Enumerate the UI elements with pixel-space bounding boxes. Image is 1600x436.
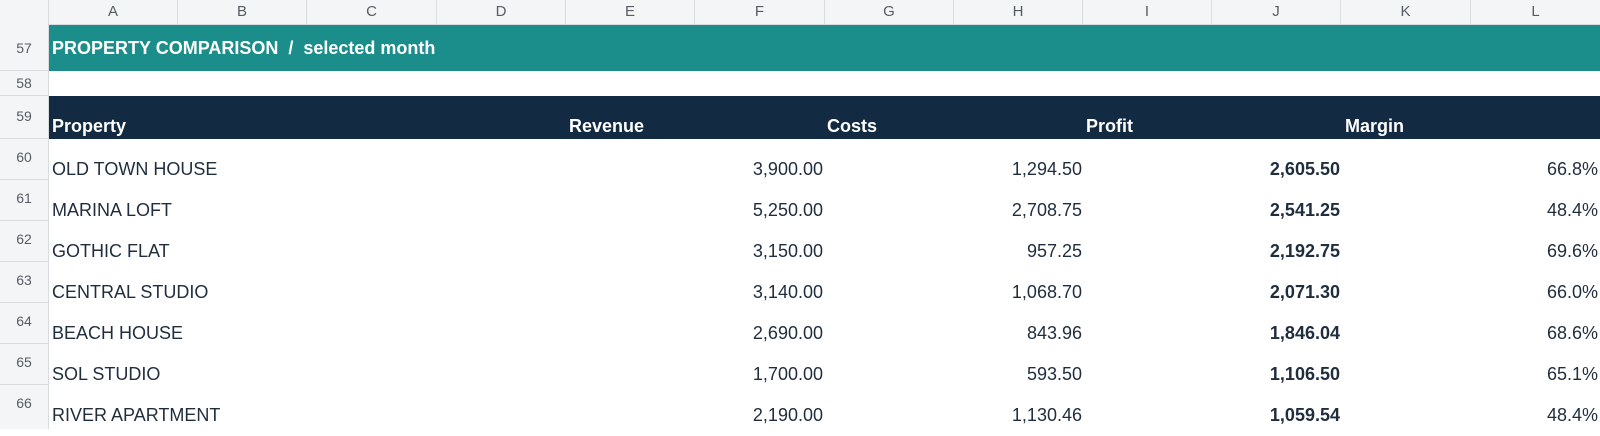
row-header-62[interactable]: 62 xyxy=(0,221,49,262)
column-header-i[interactable]: I xyxy=(1083,0,1212,24)
column-header-b[interactable]: B xyxy=(178,0,307,24)
profit-cell[interactable]: 2,192.75 xyxy=(1270,231,1340,272)
property-cell[interactable]: SOL STUDIO xyxy=(52,354,160,395)
row-header-57[interactable]: 57 xyxy=(0,25,49,71)
column-header-h[interactable]: H xyxy=(954,0,1083,24)
table-row[interactable]: BEACH HOUSE 2,690.00 843.96 1,846.04 68.… xyxy=(49,313,1600,354)
revenue-cell[interactable]: 2,690.00 xyxy=(753,313,823,354)
table-row[interactable]: MARINA LOFT 5,250.00 2,708.75 2,541.25 4… xyxy=(49,190,1600,231)
revenue-cell[interactable]: 3,140.00 xyxy=(753,272,823,313)
column-header-d[interactable]: D xyxy=(437,0,566,24)
margin-cell[interactable]: 69.6% xyxy=(1547,231,1598,272)
costs-cell[interactable]: 2,708.75 xyxy=(1012,190,1082,231)
row-header-64[interactable]: 64 xyxy=(0,303,49,344)
header-revenue: Revenue xyxy=(569,116,645,136)
column-header-g[interactable]: G xyxy=(825,0,954,24)
margin-cell[interactable]: 65.1% xyxy=(1547,354,1598,395)
profit-cell[interactable]: 1,846.04 xyxy=(1270,313,1340,354)
costs-cell[interactable]: 957.25 xyxy=(1027,231,1082,272)
revenue-cell[interactable]: 3,150.00 xyxy=(753,231,823,272)
margin-cell[interactable]: 48.4% xyxy=(1547,395,1598,436)
profit-cell[interactable]: 2,071.30 xyxy=(1270,272,1340,313)
revenue-cell[interactable]: 3,900.00 xyxy=(753,149,823,190)
profit-cell[interactable]: 1,106.50 xyxy=(1270,354,1340,395)
column-header-e[interactable]: E xyxy=(566,0,695,24)
banner-title: PROPERTY COMPARISON / selected month xyxy=(52,38,436,58)
margin-cell[interactable]: 48.4% xyxy=(1547,190,1598,231)
column-header-c[interactable]: C xyxy=(307,0,437,24)
row-header-58[interactable]: 58 xyxy=(0,71,49,96)
select-all-corner[interactable] xyxy=(0,0,49,25)
table-row[interactable]: SOL STUDIO 1,700.00 593.50 1,106.50 65.1… xyxy=(49,354,1600,395)
costs-cell[interactable]: 1,068.70 xyxy=(1012,272,1082,313)
column-header-bar: A B C D E F G H I J K L xyxy=(0,0,1600,25)
revenue-cell[interactable]: 5,250.00 xyxy=(753,190,823,231)
property-cell[interactable]: CENTRAL STUDIO xyxy=(52,272,208,313)
property-cell[interactable]: GOTHIC FLAT xyxy=(52,231,170,272)
header-profit: Profit xyxy=(1086,116,1133,136)
row-header-65[interactable]: 65 xyxy=(0,344,49,385)
table-row[interactable]: CENTRAL STUDIO 3,140.00 1,068.70 2,071.3… xyxy=(49,272,1600,313)
revenue-cell[interactable]: 1,700.00 xyxy=(753,354,823,395)
property-cell[interactable]: MARINA LOFT xyxy=(52,190,172,231)
profit-cell[interactable]: 1,059.54 xyxy=(1270,395,1340,436)
row-header-63[interactable]: 63 xyxy=(0,262,49,303)
header-costs: Costs xyxy=(827,116,878,136)
row-header-66[interactable]: 66 xyxy=(0,385,49,429)
table-header-row[interactable]: Property Revenue Costs Profit Margin xyxy=(49,96,1600,139)
property-cell[interactable]: RIVER APARTMENT xyxy=(52,395,220,436)
costs-cell[interactable]: 1,294.50 xyxy=(1012,149,1082,190)
row-header-60[interactable]: 60 xyxy=(0,139,49,180)
column-header-j[interactable]: J xyxy=(1212,0,1341,24)
column-header-l[interactable]: L xyxy=(1471,0,1600,24)
margin-cell[interactable]: 66.0% xyxy=(1547,272,1598,313)
costs-cell[interactable]: 593.50 xyxy=(1027,354,1082,395)
column-header-k[interactable]: K xyxy=(1341,0,1471,24)
revenue-cell[interactable]: 2,190.00 xyxy=(753,395,823,436)
column-header-f[interactable]: F xyxy=(695,0,825,24)
section-banner[interactable]: PROPERTY COMPARISON / selected month xyxy=(49,25,1600,71)
costs-cell[interactable]: 1,130.46 xyxy=(1012,395,1082,436)
costs-cell[interactable]: 843.96 xyxy=(1027,313,1082,354)
row-header-59[interactable]: 59 xyxy=(0,96,49,139)
property-cell[interactable]: BEACH HOUSE xyxy=(52,313,183,354)
header-margin: Margin xyxy=(1345,116,1405,136)
table-row[interactable]: OLD TOWN HOUSE 3,900.00 1,294.50 2,605.5… xyxy=(49,149,1600,190)
margin-cell[interactable]: 66.8% xyxy=(1547,149,1598,190)
header-property: Property xyxy=(52,116,127,136)
property-cell[interactable]: OLD TOWN HOUSE xyxy=(52,149,217,190)
row-header-61[interactable]: 61 xyxy=(0,180,49,221)
profit-cell[interactable]: 2,541.25 xyxy=(1270,190,1340,231)
table-row[interactable]: GOTHIC FLAT 3,150.00 957.25 2,192.75 69.… xyxy=(49,231,1600,272)
margin-cell[interactable]: 68.6% xyxy=(1547,313,1598,354)
profit-cell[interactable]: 2,605.50 xyxy=(1270,149,1340,190)
column-header-a[interactable]: A xyxy=(49,0,178,24)
table-row[interactable]: RIVER APARTMENT 2,190.00 1,130.46 1,059.… xyxy=(49,395,1600,429)
